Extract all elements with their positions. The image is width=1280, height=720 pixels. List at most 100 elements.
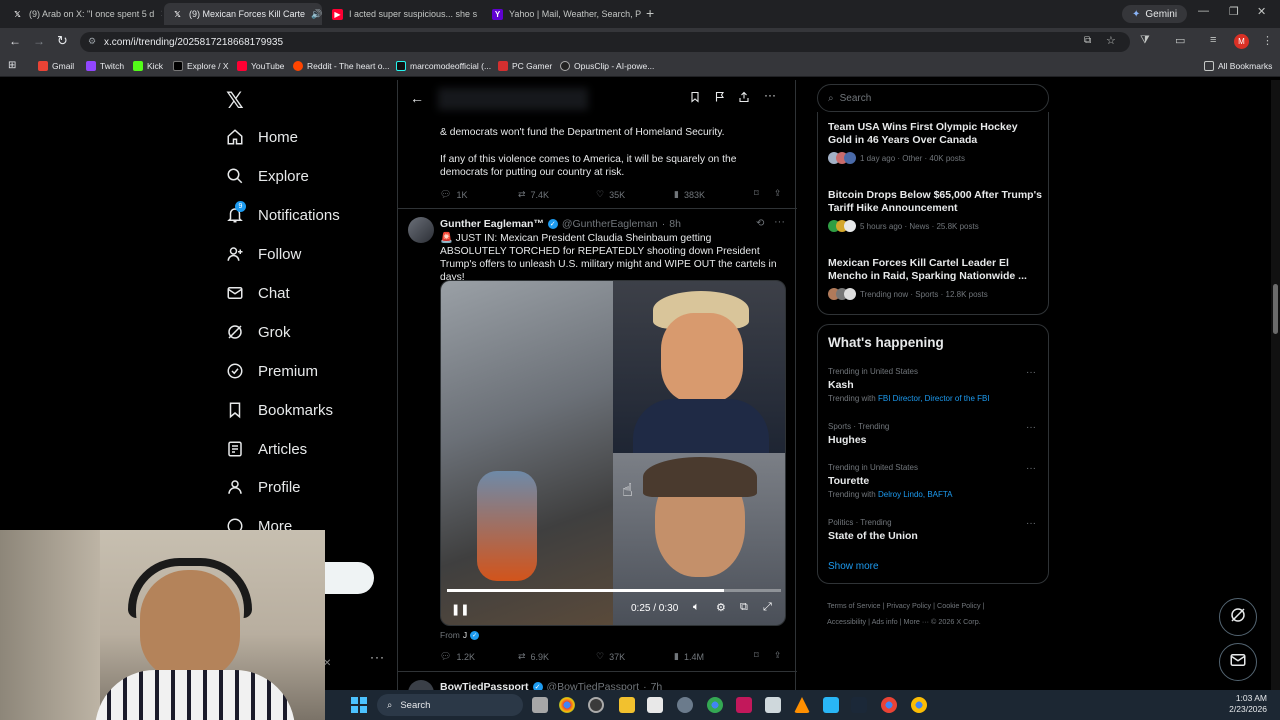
news-item[interactable]: Mexican Forces Kill Cartel Leader El Men… <box>828 257 1042 300</box>
task-view-icon[interactable] <box>532 697 548 713</box>
bookmark-star-icon[interactable]: ☆ <box>1106 34 1116 47</box>
all-bookmarks[interactable]: All Bookmarks <box>1204 61 1272 71</box>
app-icon[interactable] <box>823 697 839 713</box>
footer-link[interactable]: Privacy Policy <box>886 601 931 610</box>
obs-icon[interactable] <box>588 697 604 713</box>
prev-repost-button[interactable]: ⇄ 7.4K <box>518 189 549 200</box>
profile-avatar[interactable]: M <box>1234 34 1249 49</box>
back-arrow-icon[interactable]: ← <box>410 90 424 106</box>
picture-in-picture-icon[interactable]: ⧉ <box>740 601 748 614</box>
back-icon[interactable]: ← <box>9 34 21 48</box>
prev-share-button[interactable]: ⇪ <box>774 188 782 199</box>
bookmark-gmail[interactable]: Gmail <box>38 61 74 71</box>
file-explorer-icon[interactable] <box>619 697 635 713</box>
browser-tab[interactable]: Y Yahoo | Mail, Weather, Search, P ✕ <box>484 3 642 25</box>
nav-explore[interactable]: Explore <box>226 167 309 185</box>
gemini-button[interactable]: ✦ Gemini <box>1122 5 1188 23</box>
bookmark-opusclip[interactable]: OpusClip - AI-powe... <box>560 61 654 71</box>
browser-tab[interactable]: ▶ I acted super suspicious... she s ✕ <box>324 3 482 25</box>
site-info-icon[interactable]: ⚙ <box>88 36 96 47</box>
app-icon[interactable] <box>765 697 781 713</box>
apps-grid-icon[interactable]: ⊞ <box>8 60 16 71</box>
prev-reply-button[interactable]: 💬︎ 1K <box>440 189 467 200</box>
prev-like-button[interactable]: ♡ 35K <box>596 189 625 200</box>
app-icon[interactable] <box>736 697 752 713</box>
avatar[interactable] <box>408 217 434 243</box>
bookmark-youtube[interactable]: YouTube <box>237 61 284 71</box>
trend-item[interactable]: Politics · Trending State of the Union <box>828 518 1042 542</box>
settings-icon[interactable] <box>677 697 693 713</box>
vlc-icon[interactable] <box>794 697 810 713</box>
reload-icon[interactable]: ↻ <box>57 33 68 49</box>
more-options-icon[interactable]: ··· <box>764 88 776 102</box>
flag-icon[interactable] <box>714 90 726 109</box>
bookmark-tiktok[interactable]: marcomodeofficial (... <box>396 61 491 71</box>
windows-start-icon[interactable] <box>351 697 367 713</box>
more-options-icon[interactable]: ··· <box>774 216 785 228</box>
more-options-icon[interactable]: ··· <box>1026 518 1036 529</box>
nav-chat[interactable]: Chat <box>226 284 290 302</box>
video-progress-track[interactable] <box>447 589 781 592</box>
nav-bookmarks[interactable]: Bookmarks <box>226 401 333 419</box>
prev-views-button[interactable]: ▮ 383K <box>674 189 705 200</box>
bookmark-icon[interactable] <box>689 90 701 107</box>
tweet-video[interactable]: ❚❚ 0:25 / 0:30 🔈︎ ⚙ ⧉ ⤢ <box>440 280 786 626</box>
chrome-icon[interactable] <box>559 697 575 713</box>
author-handle[interactable]: @GuntherEagleman <box>562 218 658 230</box>
trend-item[interactable]: Trending in United States Tourette Trend… <box>828 463 1042 499</box>
maximize-button[interactable]: ❐ <box>1229 5 1239 18</box>
bookmark-twitch[interactable]: Twitch <box>86 61 124 71</box>
news-item[interactable]: Bitcoin Drops Below $65,000 After Trump'… <box>828 189 1042 232</box>
footer-link[interactable]: Accessibility <box>827 617 866 626</box>
footer-link[interactable]: Cookie Policy <box>937 601 981 610</box>
grok-floating-button[interactable] <box>1219 598 1257 636</box>
page-scrollbar[interactable] <box>1271 80 1280 690</box>
taskbar-search[interactable]: ⌕ Search <box>377 694 523 716</box>
chrome-icon[interactable] <box>911 697 927 713</box>
footer-link[interactable]: Terms of Service <box>827 601 881 610</box>
nav-home[interactable]: Home <box>226 128 298 146</box>
fullscreen-icon[interactable]: ⤢ <box>763 601 772 614</box>
search-input[interactable]: ⌕ Search <box>817 84 1049 112</box>
repost-button[interactable]: ⇄ 6.9K <box>518 651 549 662</box>
like-button[interactable]: ♡ 37K <box>596 651 625 662</box>
more-options-icon[interactable]: ··· <box>1026 463 1036 474</box>
install-app-icon[interactable]: ⧉ <box>1084 35 1091 46</box>
split-view-icon[interactable]: ▭ <box>1175 34 1185 47</box>
nav-premium[interactable]: Premium <box>226 362 318 380</box>
more-options-icon[interactable]: ··· <box>1026 367 1036 378</box>
news-item[interactable]: Team USA Wins First Olympic Hockey Gold … <box>828 121 1042 164</box>
speaker-icon[interactable]: 🔊 <box>311 9 322 20</box>
bookmark-kick[interactable]: Kick <box>133 61 163 71</box>
tweet-time[interactable]: 8h <box>669 218 681 230</box>
minimize-button[interactable]: — <box>1198 5 1209 17</box>
media-control-icon[interactable]: ≡ <box>1210 34 1216 46</box>
browser-tab-active[interactable]: 𝕏 (9) Mexican Forces Kill Carte 🔊 ✕ <box>164 3 322 25</box>
volume-icon[interactable]: 🔈︎ <box>693 601 700 614</box>
bookmark-pc-gamer[interactable]: PC Gamer <box>498 61 552 71</box>
close-tab-icon[interactable]: ✕ <box>160 9 162 20</box>
messages-floating-button[interactable] <box>1219 643 1257 681</box>
nav-articles[interactable]: Articles <box>226 440 307 458</box>
share-icon[interactable] <box>738 90 750 109</box>
close-window-button[interactable]: ✕ <box>1257 5 1266 18</box>
taskbar-clock[interactable]: 1:03 AM 2/23/2026 <box>1201 693 1267 715</box>
bookmark-explore-x[interactable]: Explore / X <box>173 61 229 71</box>
reply-button[interactable]: 💬︎ 1.2K <box>440 651 475 662</box>
pause-icon[interactable]: ❚❚ <box>451 603 469 616</box>
share-button[interactable]: ⇪ <box>774 650 782 661</box>
trend-item[interactable]: Trending in United States Kash Trending … <box>828 367 1042 403</box>
more-options-icon[interactable]: ··· <box>1026 422 1036 433</box>
nav-grok[interactable]: Grok <box>226 323 291 341</box>
nav-notifications[interactable]: 9 Notifications <box>226 201 340 224</box>
x-home-logo-icon[interactable]: 𝕏 <box>226 88 244 114</box>
settings-gear-icon[interactable]: ⚙ <box>716 601 726 614</box>
show-more-link[interactable]: Show more <box>828 561 879 572</box>
new-tab-button[interactable]: + <box>646 5 654 21</box>
prev-bookmark-button[interactable]: ⌑ <box>754 188 759 199</box>
app-icon[interactable] <box>647 697 663 713</box>
author-name[interactable]: Gunther Eagleman™ <box>440 218 544 230</box>
nav-profile[interactable]: Profile <box>226 478 301 496</box>
menu-kebab-icon[interactable]: ⋮ <box>1262 34 1273 47</box>
chrome-icon[interactable] <box>707 697 723 713</box>
